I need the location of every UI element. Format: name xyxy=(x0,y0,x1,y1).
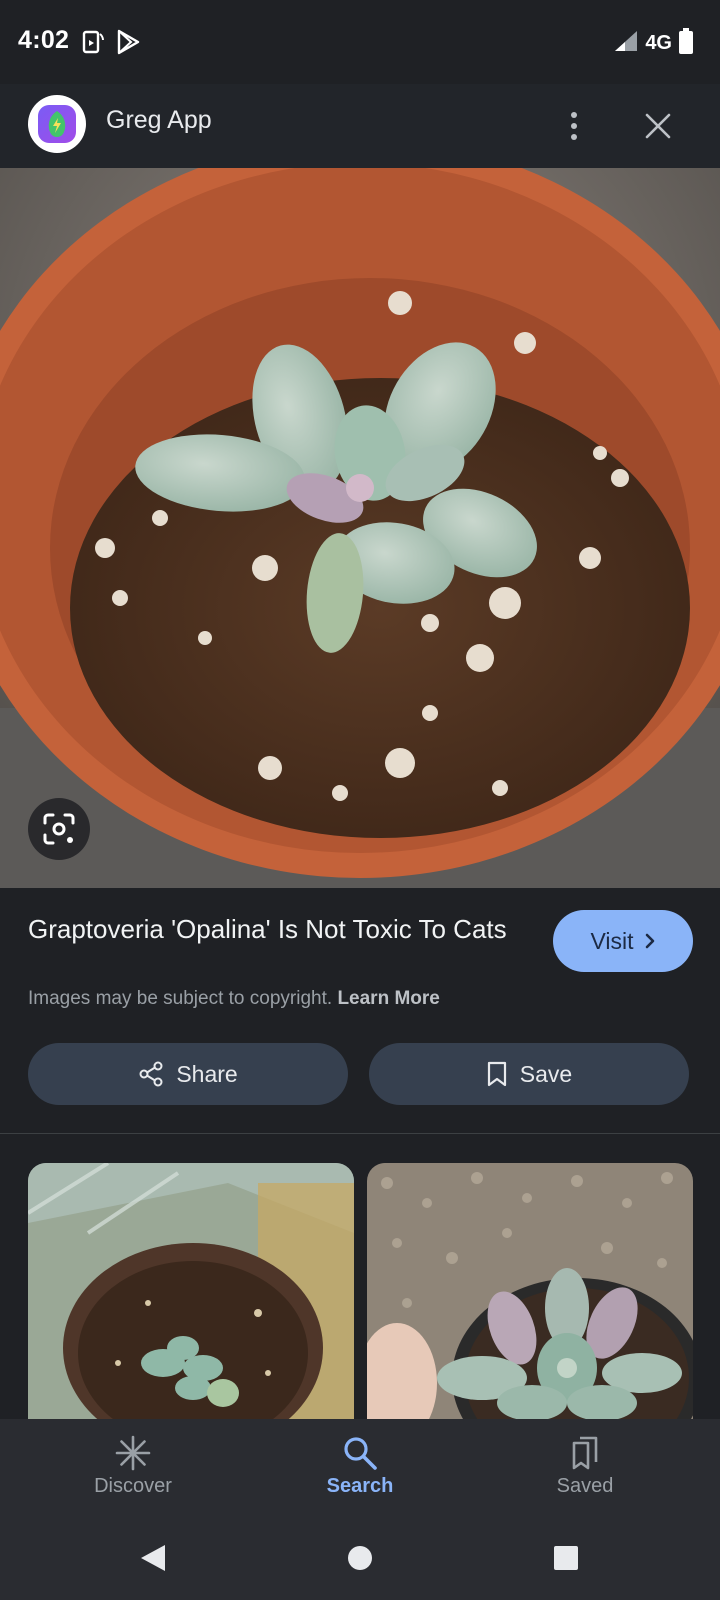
more-vert-icon[interactable] xyxy=(550,102,598,150)
nav-saved[interactable]: Saved xyxy=(495,1419,675,1515)
copyright-text: Images may be subject to copyright. xyxy=(28,988,333,1009)
share-label: Share xyxy=(176,1060,238,1087)
learn-more-link[interactable]: Learn More xyxy=(337,988,439,1009)
save-label: Save xyxy=(519,1060,573,1087)
related-image-2[interactable] xyxy=(367,1163,693,1421)
divider xyxy=(0,1133,720,1134)
nav-search[interactable]: Search xyxy=(270,1419,450,1515)
result-info: Graptoveria 'Opalina' Is Not Toxic To Ca… xyxy=(0,888,720,1134)
lens-icon xyxy=(43,813,75,845)
asterisk-icon xyxy=(115,1435,151,1471)
bookmark-icon xyxy=(487,1061,506,1087)
nav-saved-label: Saved xyxy=(556,1475,614,1497)
visit-button[interactable]: Visit xyxy=(553,910,693,972)
succulent-photo xyxy=(0,168,720,888)
play-store-icon xyxy=(114,28,142,56)
close-icon[interactable] xyxy=(634,102,682,150)
system-nav-bar xyxy=(0,1515,720,1600)
bookmarks-icon xyxy=(572,1436,598,1470)
related-photo-1 xyxy=(28,1163,354,1421)
signal-icon xyxy=(613,29,639,58)
recents-icon[interactable] xyxy=(543,1535,589,1581)
result-title[interactable]: Graptoveria 'Opalina' Is Not Toxic To Ca… xyxy=(28,912,518,947)
status-time: 4:02 xyxy=(18,26,70,54)
hero-image[interactable] xyxy=(0,168,720,888)
nav-discover[interactable]: Discover xyxy=(43,1419,223,1515)
home-icon[interactable] xyxy=(337,1535,383,1581)
network-label: 4G xyxy=(645,31,672,54)
related-image-1[interactable] xyxy=(28,1163,354,1421)
save-button[interactable]: Save xyxy=(369,1043,689,1105)
app-header: Greg App xyxy=(0,84,720,168)
screen-rotate-icon xyxy=(78,28,106,56)
nav-search-label: Search xyxy=(326,1475,394,1497)
bottom-nav: Discover Search Saved xyxy=(0,1419,720,1515)
app-title: Greg App xyxy=(106,106,212,134)
back-icon[interactable] xyxy=(130,1535,176,1581)
search-icon xyxy=(344,1437,377,1470)
share-icon xyxy=(139,1061,163,1087)
battery-icon xyxy=(678,27,694,60)
chevron-right-icon xyxy=(645,933,654,949)
nav-discover-label: Discover xyxy=(94,1475,172,1497)
share-button[interactable]: Share xyxy=(28,1043,348,1105)
lens-button[interactable] xyxy=(28,798,90,860)
related-photo-2 xyxy=(367,1163,693,1421)
status-bar: 4:02 4G xyxy=(0,0,720,84)
leaf-bolt-icon xyxy=(38,105,76,143)
visit-label: Visit xyxy=(590,927,634,954)
copyright-notice: Images may be subject to copyright. Lear… xyxy=(28,988,440,1010)
status-indicators: 4G xyxy=(613,27,694,60)
app-logo xyxy=(28,95,86,153)
